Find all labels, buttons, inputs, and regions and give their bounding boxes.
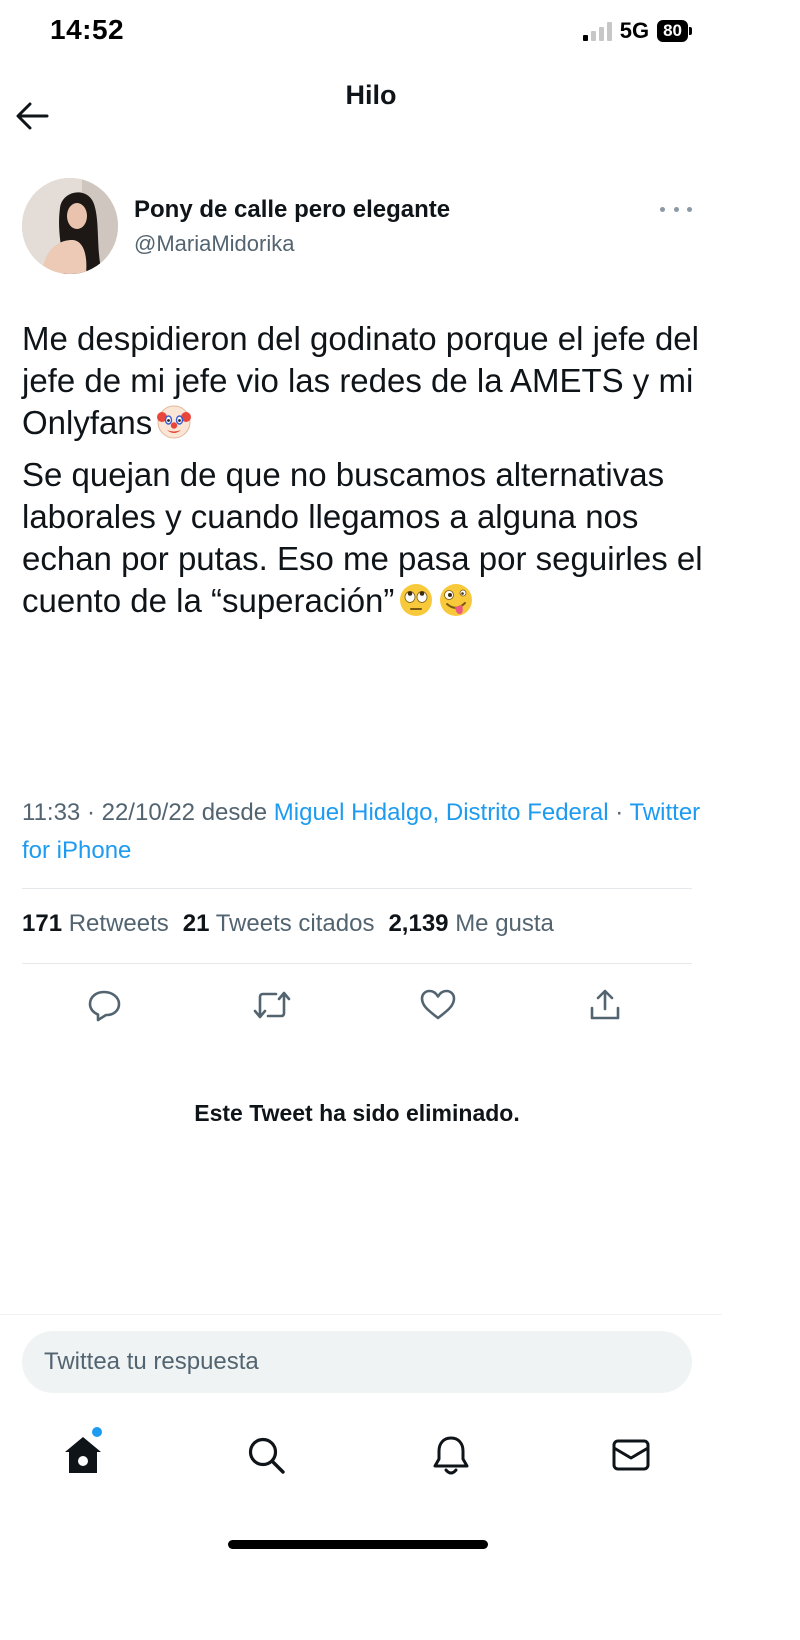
tweet-stats: 171 Retweets 21 Tweets citados 2,139 Me gu…	[22, 910, 554, 938]
status-indicators: 5G 80	[582, 18, 692, 44]
tweet-paragraph: Me despidieron del godinato porque el je…	[22, 318, 712, 444]
from-label: desde	[201, 799, 268, 826]
tweet-paragraph: Se quejan de que no buscamos alternativa…	[22, 454, 712, 622]
share-icon	[590, 989, 620, 1020]
divider	[22, 963, 692, 964]
tweet-thread-screen: 14:52 5G 80 Hilo Pony de calle pero eleg…	[0, 0, 742, 1640]
retweets-stat[interactable]: 171 Retweets	[22, 910, 169, 937]
location-link[interactable]: Miguel Hidalgo, Distrito Federal	[274, 799, 609, 826]
tweet-actions	[0, 985, 742, 1025]
share-button[interactable]	[585, 985, 625, 1025]
author-handle[interactable]: @MariaMidorika	[134, 231, 294, 257]
network-type: 5G	[619, 18, 650, 43]
like-icon	[420, 989, 456, 1020]
tweet-paragraph-text: Me despidieron del godinato porque el je…	[22, 320, 699, 441]
notifications-icon	[433, 1436, 469, 1475]
new-content-dot	[92, 1427, 102, 1437]
avatar[interactable]	[22, 178, 118, 274]
deleted-tweet-notice: Este Tweet ha sido eliminado.	[194, 1100, 520, 1126]
bottom-tab-bar	[0, 1432, 742, 1482]
likes-stat[interactable]: 2,139 Me gusta	[388, 910, 553, 937]
tab-search[interactable]	[243, 1432, 289, 1478]
tweet-text: Me despidieron del godinato porque el je…	[22, 318, 712, 622]
home-icon	[65, 1437, 101, 1473]
reply-input[interactable]	[22, 1331, 692, 1393]
more-options-button[interactable]	[660, 200, 692, 218]
search-icon	[248, 1437, 285, 1474]
more-dot	[687, 206, 692, 212]
reply-box[interactable]	[22, 1331, 692, 1393]
tweet-date: 22/10/22	[101, 799, 196, 826]
retweet-button[interactable]	[252, 985, 292, 1025]
zany-face-emoji	[440, 584, 473, 616]
status-time: 14:52	[50, 14, 125, 45]
page-title: Hilo	[345, 80, 397, 110]
reply-icon	[88, 990, 121, 1022]
tweet-time: 11:33	[22, 799, 81, 826]
tab-home[interactable]	[60, 1432, 106, 1478]
retweet-icon	[253, 991, 291, 1019]
divider	[0, 1314, 722, 1315]
signal-icon	[582, 21, 612, 41]
more-dot	[660, 206, 665, 212]
battery-level: 80	[657, 20, 688, 42]
battery-icon: 80	[657, 20, 692, 42]
eye-roll-emoji	[400, 584, 433, 616]
more-dot	[673, 206, 679, 212]
divider	[22, 888, 692, 889]
reply-button[interactable]	[85, 985, 125, 1025]
clown-face-emoji	[157, 405, 192, 439]
like-button[interactable]	[418, 985, 458, 1025]
tweet-paragraph-text: Se quejan de que no buscamos alternativa…	[22, 456, 703, 619]
tweet-meta: 11:33 · 22/10/22 desde Miguel Hidalgo, D…	[22, 799, 701, 864]
quotes-stat[interactable]: 21 Tweets citados	[183, 910, 375, 937]
messages-icon	[612, 1439, 650, 1471]
tab-notifications[interactable]	[428, 1432, 474, 1478]
home-indicator	[228, 1540, 488, 1549]
tab-messages[interactable]	[608, 1432, 654, 1478]
author-name[interactable]: Pony de calle pero elegante	[134, 196, 450, 224]
